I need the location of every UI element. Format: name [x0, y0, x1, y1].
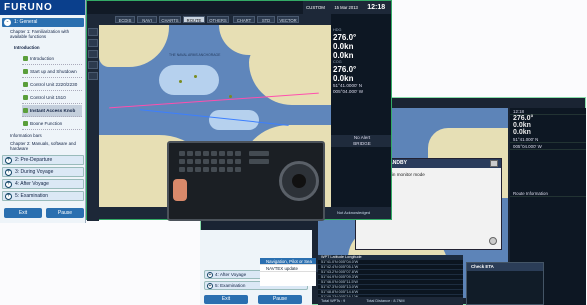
- plus-icon: +: [5, 181, 12, 188]
- pen-icon: [23, 69, 28, 74]
- custom-button[interactable]: CUSTOM: [306, 5, 325, 10]
- pen-icon: [23, 95, 28, 100]
- trackball-icon: [279, 161, 319, 201]
- rear-route-info: Route Information: [510, 190, 586, 197]
- tab-others[interactable]: OTHERS: [207, 16, 229, 23]
- plus-icon: +: [5, 157, 12, 164]
- dialog-next-icon[interactable]: [489, 237, 497, 245]
- leaf-boone-function[interactable]: Boone Function: [22, 118, 82, 130]
- exit-button[interactable]: Exit: [4, 208, 42, 218]
- minus-icon: -: [4, 19, 11, 26]
- tab-charts[interactable]: CHARTS: [159, 16, 181, 23]
- clock-bar: CUSTOM 15 Mar 2013 12:18: [303, 1, 391, 14]
- plus-icon: +: [5, 169, 12, 176]
- rear-lon: 005°04.000' W: [510, 143, 586, 150]
- logo: FURUNO: [0, 0, 85, 15]
- lon-value: 005°04.000' W: [333, 89, 364, 94]
- list-item[interactable]: Navigation, Pilot or Sea: [260, 258, 316, 265]
- rear-pause-button[interactable]: Pause: [258, 295, 302, 304]
- rear-lesson-list: Navigation, Pilot or Sea NAVTEX update: [260, 258, 316, 286]
- chapter1-label[interactable]: Chapter 1: Familiarization with availabl…: [10, 29, 82, 39]
- pen-icon: [23, 82, 28, 87]
- spd-value: 0.0kn: [333, 42, 354, 51]
- leaf-control-unit-2220[interactable]: Control Unit 2220/2230: [22, 79, 82, 91]
- cog-spd-value: 0.0kn: [333, 74, 354, 83]
- std-disp-button[interactable]: STD DISP: [257, 16, 275, 30]
- section-after-voyage[interactable]: +4: After Voyage: [2, 179, 84, 189]
- alert-line: BRIDGE: [331, 141, 391, 147]
- information-bars-node[interactable]: Information bars: [10, 133, 42, 138]
- left-tool-strip: [87, 25, 99, 221]
- route-icon[interactable]: [88, 50, 98, 58]
- pen-icon: [23, 108, 28, 113]
- rear-exit-button[interactable]: Exit: [204, 295, 248, 304]
- chapter2-label[interactable]: Chapter 2: Manuals, software and hardwar…: [10, 141, 82, 151]
- introduction-node[interactable]: Introduction: [14, 45, 40, 50]
- main-ecdis-window: ECDIS NAVI CHARTS ROUTE OTHERS CHART ONL…: [86, 0, 392, 221]
- pause-button[interactable]: Pause: [46, 208, 84, 218]
- time-text: 12:18: [367, 4, 386, 11]
- pen-icon: [23, 56, 28, 61]
- plus-icon: +: [207, 283, 213, 289]
- main-sidebar: FURUNO -1: General Chapter 1: Familiariz…: [0, 0, 86, 223]
- tab-navi[interactable]: NAVI: [137, 16, 157, 23]
- rear-lat: 51°41.000' N: [510, 136, 586, 143]
- control-unit-photo: [167, 141, 325, 221]
- date-text: 15 Mar 2013: [334, 5, 358, 10]
- tab-route[interactable]: ROUTE: [183, 16, 205, 23]
- section-general[interactable]: -1: General: [2, 18, 84, 27]
- section-pre-departure[interactable]: +2: Pre-Departure: [2, 155, 84, 165]
- hand-icon: [173, 179, 187, 201]
- chart-label: THE NAVAL ARMS ANCHORAGE: [169, 53, 221, 57]
- rear-spd2-value: 0.0kn: [513, 129, 531, 136]
- status-text: Not Acknowledged: [337, 210, 371, 215]
- cog-value: 276.0°: [333, 65, 357, 74]
- vector-time-button[interactable]: VECTOR TIME: [277, 16, 299, 30]
- plus-icon: +: [207, 272, 213, 278]
- total-distance: Total Distance : 8.7NM: [366, 299, 405, 303]
- dialog-close-icon[interactable]: [490, 160, 498, 167]
- rear-hdg-value: 276.0°: [513, 115, 534, 122]
- layer-icon[interactable]: [88, 61, 98, 69]
- hdg-value: 276.0°: [333, 33, 357, 42]
- zoom-out-icon[interactable]: [88, 39, 98, 47]
- measure-icon[interactable]: [88, 72, 98, 80]
- chart-only-button[interactable]: CHART ONLY: [233, 16, 255, 30]
- leaf-introduction[interactable]: Introduction: [22, 53, 82, 65]
- check-eta-title: Check ETA: [467, 263, 543, 271]
- zoom-in-icon[interactable]: [88, 28, 98, 36]
- list-item[interactable]: NAVTEX update: [260, 265, 316, 272]
- check-eta-panel: Check ETA: [466, 262, 544, 305]
- rear-spd-value: 0.0kn: [513, 122, 531, 129]
- route-totals: Total WPTs : 9 Total Distance : 8.7NM: [318, 297, 463, 305]
- pen-icon: [23, 121, 28, 126]
- section-during-voyage[interactable]: +3: During Voyage: [2, 167, 84, 177]
- plus-icon: +: [5, 193, 12, 200]
- total-wpts: Total WPTs : 9: [321, 299, 346, 303]
- rear-buttons: Exit Pause: [204, 295, 308, 305]
- leaf-control-unit-1510[interactable]: Control Unit 1510: [22, 92, 82, 104]
- rear-clock: 12:18: [510, 108, 586, 115]
- spd2-value: 0.0kn: [333, 51, 354, 60]
- leaf-startup[interactable]: Start up and Shutdown: [22, 66, 82, 78]
- leaf-instant-access-knob[interactable]: Instant Access Knob: [22, 105, 82, 117]
- main-nav-panel: HDG 276.0° 0.0kn 0.0kn COG 276.0° 0.0kn …: [331, 14, 391, 219]
- tab-ecdis[interactable]: ECDIS: [115, 16, 135, 23]
- section-examination[interactable]: +5: Examination: [2, 191, 84, 201]
